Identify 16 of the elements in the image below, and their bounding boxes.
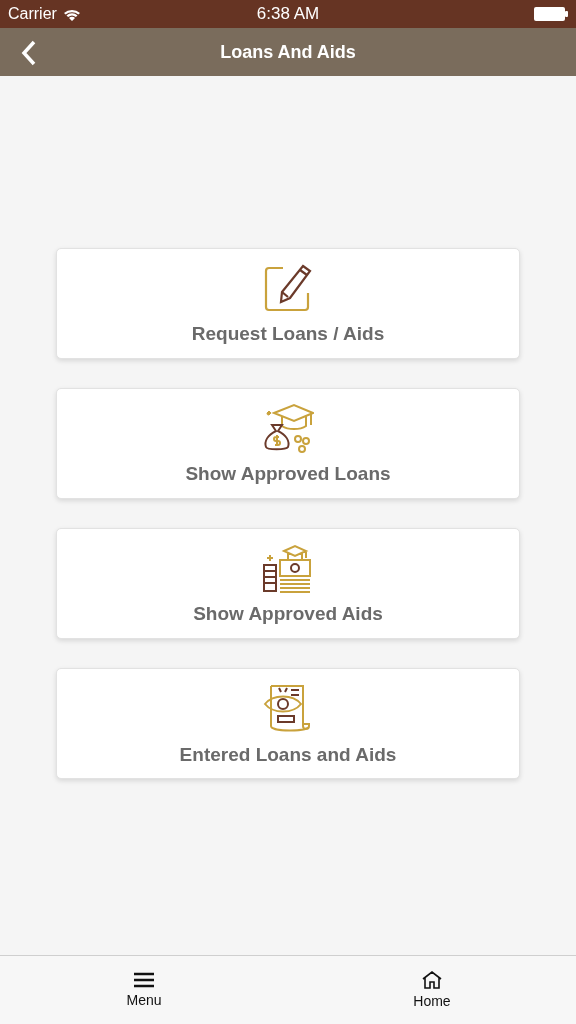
option-card[interactable]: Entered Loans and Aids xyxy=(56,668,520,779)
option-card[interactable]: Show Approved Loans xyxy=(56,388,520,499)
battery-icon xyxy=(534,7,568,21)
money-bag-graduation-cap-icon xyxy=(262,402,314,453)
carrier-label: Carrier xyxy=(8,5,57,23)
tab-bar-item[interactable]: Home xyxy=(288,956,576,1024)
pencil-square-icon xyxy=(263,262,313,313)
option-card[interactable]: Request Loans / Aids xyxy=(56,248,520,359)
cash-stack-graduation-cap-icon xyxy=(262,542,314,593)
wifi-icon xyxy=(62,7,81,21)
option-card[interactable]: Show Approved Aids xyxy=(56,528,520,639)
nav-title: Loans And Aids xyxy=(220,41,356,63)
menu-icon xyxy=(134,972,154,988)
tab-bar-item[interactable]: Menu xyxy=(0,956,288,1024)
status-time: 6:38 AM xyxy=(256,4,320,24)
home-icon xyxy=(422,971,442,989)
